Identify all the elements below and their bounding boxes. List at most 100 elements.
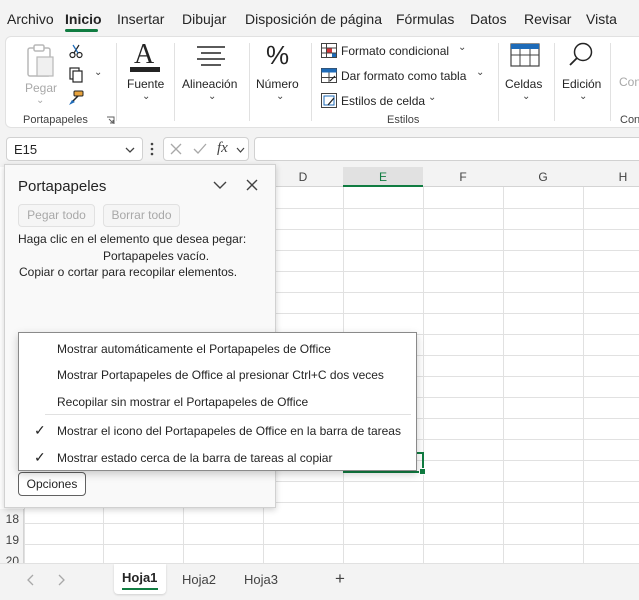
menu-item-taskbar-icon[interactable]: ✓ Mostrar el icono del Portapapeles de O… xyxy=(19,417,416,443)
formula-input[interactable] xyxy=(254,137,639,161)
format-as-table-label: Dar formato como tabla xyxy=(341,69,467,83)
chevron-down-icon: ⌄ xyxy=(522,91,531,102)
clipboard-group-label: Portapapeles xyxy=(23,114,88,126)
font-color-bar xyxy=(130,67,160,72)
cell-styles-button[interactable]: Estilos de celda ⌄ xyxy=(320,92,490,112)
format-as-table-button[interactable]: Dar formato como tabla ⌄ xyxy=(320,67,490,87)
sheet-tab-hoja1[interactable]: Hoja1 xyxy=(122,570,157,585)
chevron-down-icon: ⌄ xyxy=(458,42,467,53)
cells-button[interactable]: Celdas ⌄ xyxy=(502,41,548,105)
scissors-icon[interactable] xyxy=(68,43,84,59)
checkmark-icon: ✓ xyxy=(34,422,46,438)
group-separator xyxy=(311,43,312,121)
cell-styles-icon xyxy=(321,93,337,108)
cell-styles-label: Estilos de celda xyxy=(341,94,426,108)
close-icon[interactable] xyxy=(246,179,258,191)
column-header-e[interactable]: E xyxy=(343,167,424,187)
tab-dibujar[interactable]: Dibujar xyxy=(182,11,226,27)
chevron-down-icon[interactable] xyxy=(213,181,227,190)
menu-item-label: Mostrar Portapapeles de Office al presio… xyxy=(57,368,384,382)
clipboard-icon xyxy=(27,44,54,77)
clipped-group-name: Con xyxy=(620,114,639,126)
conditional-format-button[interactable]: Formato condicional ⌄ xyxy=(320,42,490,62)
chevron-down-icon: ⌄ xyxy=(476,67,485,78)
alignment-button[interactable]: Alineación ⌄ xyxy=(178,41,244,105)
sheet-tab-hoja2[interactable]: Hoja2 xyxy=(182,572,216,587)
paste-button[interactable]: Pegar ⌄ xyxy=(20,41,60,106)
row-header-18[interactable]: 18 xyxy=(0,509,24,530)
font-label: Fuente xyxy=(127,77,165,91)
group-separator xyxy=(116,43,117,121)
menu-separator xyxy=(45,414,411,415)
tab-inicio[interactable]: Inicio xyxy=(65,11,102,27)
align-icon xyxy=(197,46,225,66)
chevron-down-icon: ⌄ xyxy=(36,95,45,106)
ribbon-panel: Pegar ⌄ ⌄ Portapapeles A Fuente ⌄ Alinea… xyxy=(5,36,639,128)
menu-item-label: Recopilar sin mostrar el Portapapeles de… xyxy=(57,395,309,409)
gridline xyxy=(583,187,584,567)
cells-label: Celdas xyxy=(505,77,543,91)
gridline xyxy=(503,187,504,567)
edit-button[interactable]: Edición ⌄ xyxy=(557,41,605,105)
gridline xyxy=(423,187,424,567)
add-sheet-button[interactable]: + xyxy=(335,569,345,589)
tab-formulas[interactable]: Fórmulas xyxy=(396,11,454,27)
column-header-f[interactable]: F xyxy=(423,167,504,187)
chevron-right-icon[interactable] xyxy=(58,574,66,586)
active-tab-indicator xyxy=(65,29,98,32)
ribbon: Pegar ⌄ ⌄ Portapapeles A Fuente ⌄ Alinea… xyxy=(0,36,639,130)
clear-all-button[interactable]: Borrar todo xyxy=(103,204,180,227)
copy-icon[interactable] xyxy=(68,67,84,83)
paste-all-button[interactable]: Pegar todo xyxy=(18,204,95,227)
menu-item-label: Mostrar el icono del Portapapeles de Off… xyxy=(57,424,401,438)
menu-item-label: Mostrar estado cerca de la barra de tare… xyxy=(57,451,333,465)
tab-archivo[interactable]: Archivo xyxy=(7,11,54,27)
tab-datos[interactable]: Datos xyxy=(470,11,507,27)
chevron-down-icon[interactable] xyxy=(236,147,245,153)
tab-vista[interactable]: Vista xyxy=(586,11,617,27)
font-button[interactable]: A Fuente ⌄ xyxy=(124,39,168,105)
gridline xyxy=(24,544,639,545)
options-button[interactable]: Opciones xyxy=(18,472,86,496)
format-painter-icon[interactable] xyxy=(68,90,84,106)
clipped-group-label[interactable]: Con xyxy=(619,75,639,89)
cancel-icon[interactable] xyxy=(170,143,182,155)
tab-insertar[interactable]: Insertar xyxy=(117,11,164,27)
menu-item-status-near-taskbar[interactable]: ✓ Mostrar estado cerca de la barra de ta… xyxy=(19,444,416,470)
sheet-tab-bar: Hoja1 Hoja2 Hoja3 + xyxy=(0,563,639,600)
chevron-down-icon: ⌄ xyxy=(579,91,588,102)
dialog-launcher-icon[interactable] xyxy=(106,116,115,125)
menu-item-auto-show[interactable]: Mostrar automáticamente el Portapapeles … xyxy=(19,335,416,361)
menu-bar: Archivo Inicio Insertar Dibujar Disposic… xyxy=(0,0,639,36)
tab-disposicion[interactable]: Disposición de página xyxy=(245,11,382,27)
group-separator xyxy=(610,43,611,121)
gridline xyxy=(24,523,639,524)
row-header-19[interactable]: 19 xyxy=(0,530,24,551)
conditional-format-icon xyxy=(321,43,337,58)
menu-item-label: Mostrar automáticamente el Portapapeles … xyxy=(57,342,331,356)
search-icon xyxy=(569,42,593,66)
tab-revisar[interactable]: Revisar xyxy=(524,11,571,27)
pane-instruction: Haga clic en el elemento que desea pegar… xyxy=(18,232,247,246)
table-format-icon xyxy=(321,68,337,83)
insert-function-icon[interactable]: fx xyxy=(217,140,228,157)
chevron-down-icon[interactable]: ⌄ xyxy=(94,67,102,78)
menu-item-collect-without-showing[interactable]: Recopilar sin mostrar el Portapapeles de… xyxy=(19,388,416,414)
group-separator xyxy=(249,43,250,121)
cells-icon xyxy=(510,43,540,67)
check-icon[interactable] xyxy=(193,143,207,155)
number-button[interactable]: % Número ⌄ xyxy=(252,40,306,105)
styles-group-label: Estilos xyxy=(387,114,420,126)
column-header-g[interactable]: G xyxy=(503,167,584,187)
more-options-icon[interactable] xyxy=(150,142,154,156)
options-menu: Mostrar automáticamente el Portapapeles … xyxy=(18,332,417,471)
sheet-tab-hoja3[interactable]: Hoja3 xyxy=(244,572,278,587)
formula-buttons: fx xyxy=(163,137,249,161)
menu-item-ctrl-c-twice[interactable]: Mostrar Portapapeles de Office al presio… xyxy=(19,361,416,387)
chevron-down-icon xyxy=(125,147,135,153)
chevron-left-icon[interactable] xyxy=(26,574,34,586)
column-header-h[interactable]: H xyxy=(583,167,639,187)
group-separator xyxy=(174,43,175,121)
name-box[interactable]: E15 xyxy=(6,137,143,161)
chevron-down-icon: ⌄ xyxy=(142,91,151,102)
